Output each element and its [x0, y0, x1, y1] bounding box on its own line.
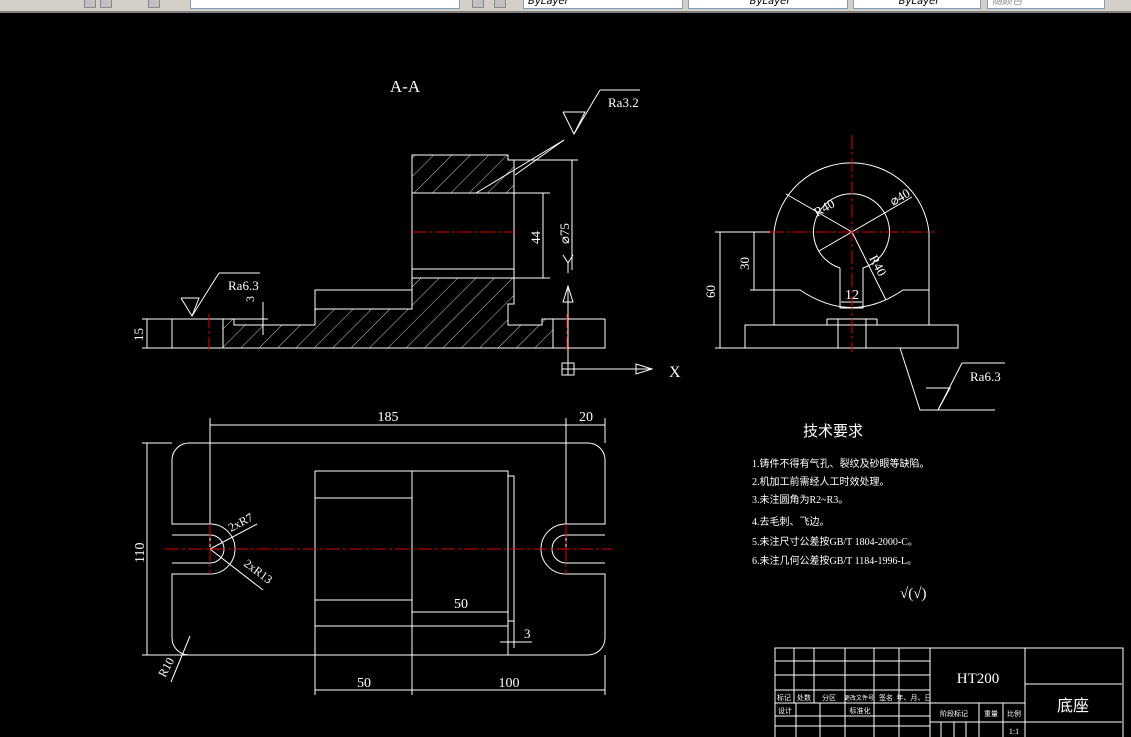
other-roughness-symbol: √(√) — [900, 586, 926, 602]
section-hatch-top — [411, 154, 515, 194]
header-change-doc: 更改文件号 — [844, 694, 874, 702]
roughness-side-label: Ra6.3 — [970, 369, 1001, 384]
weight-label: 重量 — [984, 710, 998, 718]
dim-r-outer: R40 — [811, 196, 837, 220]
section-view: A-A Ra6.3 Ra3.2 15 3 44 ⌀75 X — [131, 77, 681, 381]
dim-20: 20 — [579, 410, 593, 425]
section-hatch — [222, 277, 554, 349]
standardization-label: 标准化 — [850, 706, 871, 715]
dim-diameter-75: ⌀75 — [557, 223, 572, 244]
tech-req-item: 1.铸件不得有气孔、裂纹及砂眼等缺陷。 — [752, 457, 930, 470]
part-name: 底座 — [1057, 697, 1089, 715]
section-title: A-A — [390, 77, 421, 96]
header-date: 年、月、日 — [897, 693, 932, 702]
header-signature: 签名 — [879, 693, 893, 702]
tech-req-item: 3.未注圆角为R2~R3。 — [752, 493, 848, 506]
scale-value: 1:1 — [1009, 727, 1019, 736]
tech-req-title: 技术要求 — [803, 423, 863, 440]
dim-15: 15 — [131, 328, 146, 341]
tech-req-item: 4.去毛刺、飞边。 — [752, 516, 830, 528]
dim-110: 110 — [133, 543, 148, 563]
dim-diameter-40: ⌀40 — [887, 185, 913, 208]
title-block: HT200 底座 标记 处数 分区 更改文件号 签名 年、月、日 设计 标准化 … — [774, 647, 1124, 737]
dim-slot-12: 12 — [845, 288, 859, 303]
header-zone: 分区 — [822, 693, 836, 702]
scale-label: 比例 — [1007, 709, 1021, 718]
ucs-x-label: X — [669, 364, 681, 381]
dim-30: 30 — [737, 257, 752, 270]
roughness-left-label: Ra6.3 — [228, 278, 259, 293]
dim-50-inner: 50 — [454, 597, 468, 612]
drawing-canvas[interactable]: A-A Ra6.3 Ra3.2 15 3 44 ⌀75 X R40 ⌀40 R4… — [0, 0, 1131, 737]
side-view: R40 ⌀40 R40 12 30 60 Ra6.3 — [703, 135, 1005, 411]
dim-3-plan: 3 — [524, 626, 531, 641]
technical-requirements: 技术要求 1.铸件不得有气孔、裂纹及砂眼等缺陷。 2.机加工前需经人工时效处理。… — [752, 423, 930, 602]
dim-2xR13: 2xR13 — [241, 556, 275, 586]
dim-3: 3 — [243, 296, 257, 302]
dim-2xR7: 2xR7 — [226, 510, 256, 535]
plan-view: 185 20 110 2xR7 2xR13 R10 50 3 50 100 — [133, 410, 612, 695]
dim-50-bottom: 50 — [357, 676, 371, 691]
material-label: HT200 — [957, 671, 1000, 687]
dim-100: 100 — [499, 676, 520, 691]
tech-req-item: 6.未注几何公差按GB/T 1184-1996-L。 — [752, 554, 917, 567]
header-mark: 标记 — [777, 693, 791, 702]
dim-185: 185 — [378, 410, 399, 425]
tech-req-item: 2.机加工前需经人工时效处理。 — [752, 475, 890, 488]
dim-44: 44 — [528, 231, 543, 245]
stage-mark-label: 阶段标记 — [940, 709, 968, 718]
design-label: 设计 — [778, 706, 792, 715]
dim-r-lower: R40 — [866, 252, 889, 278]
dim-60: 60 — [703, 285, 718, 298]
header-count: 处数 — [797, 693, 811, 702]
roughness-top-label: Ra3.2 — [608, 95, 639, 110]
tech-req-item: 5.未注尺寸公差按GB/T 1804-2000-C。 — [752, 535, 918, 548]
